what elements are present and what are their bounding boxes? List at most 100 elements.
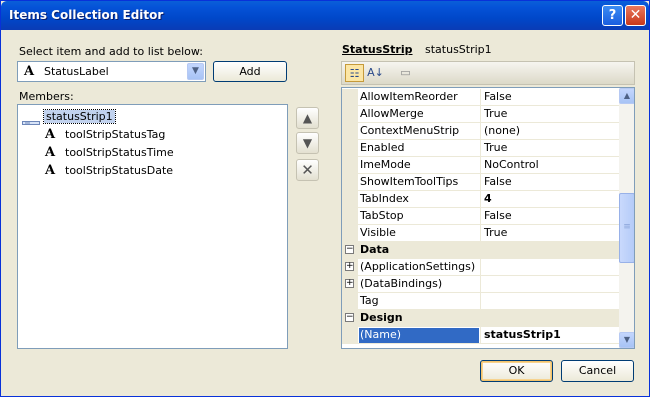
row-gutter	[342, 293, 358, 310]
status-label-icon: A	[45, 145, 56, 160]
items-collection-editor-window: Items Collection Editor ? ✕ Select item …	[0, 0, 650, 397]
property-row[interactable]: + (ApplicationSettings)	[342, 259, 619, 276]
property-value[interactable]: 4	[480, 191, 619, 208]
row-gutter: −	[342, 242, 358, 259]
property-value[interactable]: False	[480, 208, 619, 225]
collapse-icon[interactable]: −	[345, 313, 354, 322]
row-gutter	[342, 191, 358, 208]
property-name: TabStop	[360, 209, 404, 222]
ok-button[interactable]: OK	[480, 360, 553, 382]
property-row[interactable]: + (DataBindings)	[342, 276, 619, 293]
property-name: (ApplicationSettings)	[360, 260, 476, 273]
title-bar[interactable]: Items Collection Editor ? ✕	[1, 1, 649, 30]
vertical-scrollbar[interactable]: ▲ ≡ ▼	[619, 88, 634, 348]
row-gutter	[342, 89, 358, 106]
item-type-value: StatusLabel	[44, 65, 109, 78]
list-item-label: toolStripStatusTag	[65, 128, 166, 141]
row-gutter	[342, 106, 358, 123]
property-value[interactable]: True	[480, 106, 619, 123]
collapse-icon[interactable]: −	[345, 245, 354, 254]
chevron-down-icon[interactable]: ▼	[187, 63, 204, 80]
property-value[interactable]	[480, 293, 619, 310]
property-value[interactable]: True	[480, 225, 619, 242]
property-name: ImeMode	[360, 158, 411, 171]
delete-x-icon: ✕	[301, 161, 314, 179]
property-row[interactable]: (Name) statusStrip1	[342, 327, 619, 344]
list-item[interactable]: AtoolStripStatusTag	[18, 126, 287, 144]
scroll-up-icon[interactable]: ▲	[619, 88, 634, 104]
property-name: ShowItemToolTips	[360, 175, 459, 188]
close-button[interactable]: ✕	[625, 5, 646, 26]
help-button[interactable]: ?	[602, 5, 623, 26]
list-item[interactable]: AtoolStripStatusTime	[18, 144, 287, 162]
arrow-down-icon: ▼	[302, 136, 313, 150]
row-gutter	[342, 225, 358, 242]
property-value[interactable]	[480, 259, 619, 276]
property-category-row[interactable]: − Data	[342, 242, 619, 259]
property-name: AllowMerge	[360, 107, 424, 120]
property-name: Design	[360, 311, 403, 324]
row-gutter	[342, 327, 358, 344]
categorized-view-icon[interactable]: ☷	[345, 64, 364, 82]
status-label-icon: A	[45, 127, 56, 142]
list-item[interactable]: AtoolStripStatusDate	[18, 162, 287, 180]
row-gutter	[342, 123, 358, 140]
members-list[interactable]: statusStrip1 AtoolStripStatusTag AtoolStri…	[17, 104, 288, 349]
select-item-label: Select item and add to list below:	[19, 45, 204, 58]
property-row[interactable]: Enabled True	[342, 140, 619, 157]
list-item-label: toolStripStatusTime	[65, 146, 174, 159]
property-value[interactable]: False	[480, 174, 619, 191]
scroll-thumb[interactable]: ≡	[619, 193, 634, 263]
row-gutter: +	[342, 259, 358, 276]
property-value[interactable]: False	[480, 89, 619, 106]
property-value[interactable]	[480, 276, 619, 293]
alphabetical-sort-icon[interactable]: A↓	[366, 64, 385, 82]
property-value[interactable]: NoControl	[480, 157, 619, 174]
move-up-button[interactable]: ▲	[296, 107, 319, 129]
status-label-icon: A	[45, 163, 56, 178]
add-button[interactable]: Add	[213, 61, 287, 82]
property-category-row[interactable]: − Design	[342, 310, 619, 327]
row-gutter	[342, 140, 358, 157]
expand-icon[interactable]: +	[345, 279, 354, 288]
property-row[interactable]: ShowItemToolTips False	[342, 174, 619, 191]
cancel-button[interactable]: Cancel	[561, 360, 634, 382]
property-row[interactable]: Visible True	[342, 225, 619, 242]
expand-icon[interactable]: +	[345, 262, 354, 271]
property-value[interactable]: (none)	[480, 123, 619, 140]
property-name: Enabled	[360, 141, 405, 154]
scroll-down-icon[interactable]: ▼	[619, 332, 634, 348]
selected-instance-name: statusStrip1	[425, 43, 492, 56]
property-name: Data	[360, 243, 390, 256]
property-row[interactable]: AllowItemReorder False	[342, 89, 619, 106]
row-gutter	[342, 174, 358, 191]
property-row[interactable]: TabIndex 4	[342, 191, 619, 208]
property-row[interactable]: ImeMode NoControl	[342, 157, 619, 174]
property-value[interactable]: True	[480, 140, 619, 157]
property-grid-toolbar: ☷ A↓ ▭	[341, 61, 635, 85]
property-grid[interactable]: ▲ ≡ ▼ AllowItemReorder False AllowMerge Tru…	[341, 87, 635, 349]
property-row[interactable]: Tag	[342, 293, 619, 310]
list-item-label: statusStrip1	[43, 109, 116, 124]
window-title: Items Collection Editor	[9, 8, 164, 22]
list-item[interactable]: statusStrip1	[18, 108, 287, 126]
property-name: TabIndex	[360, 192, 409, 205]
row-gutter	[342, 208, 358, 225]
property-pages-icon[interactable]: ▭	[396, 64, 415, 82]
property-value[interactable]: statusStrip1	[480, 327, 619, 344]
property-row[interactable]: TabStop False	[342, 208, 619, 225]
property-name: Tag	[360, 294, 379, 307]
property-row[interactable]: AllowMerge True	[342, 106, 619, 123]
item-type-combobox[interactable]: A StatusLabel ▼	[17, 61, 206, 82]
property-row[interactable]: ContextMenuStrip (none)	[342, 123, 619, 140]
row-gutter	[342, 157, 358, 174]
move-down-button[interactable]: ▼	[296, 132, 319, 154]
members-label: Members:	[19, 90, 74, 103]
text-type-icon: A	[24, 64, 35, 79]
property-name: (DataBindings)	[360, 277, 443, 290]
property-name: Visible	[360, 226, 396, 239]
remove-button[interactable]: ✕	[296, 159, 319, 181]
property-name: AllowItemReorder	[360, 90, 458, 103]
row-gutter: +	[342, 276, 358, 293]
selected-type-name: StatusStrip	[342, 43, 413, 56]
